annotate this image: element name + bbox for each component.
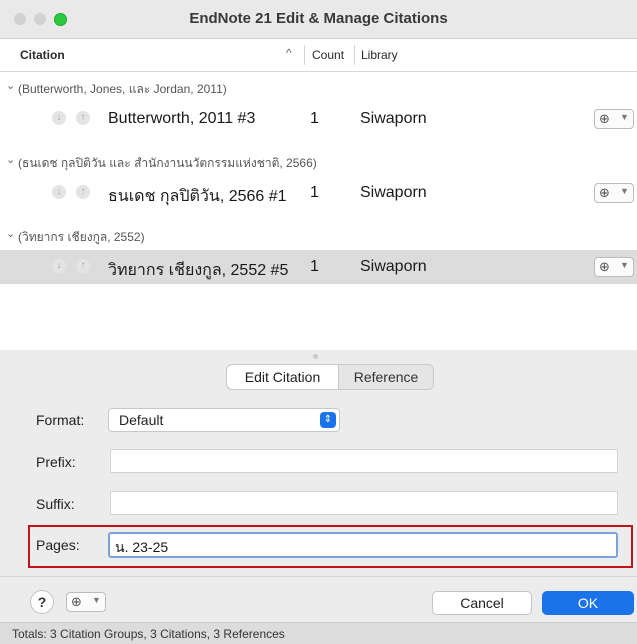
chevron-down-icon: ▼: [92, 595, 101, 605]
chevron-down-icon: ▼: [620, 260, 629, 270]
pages-value: น. 23-25: [115, 539, 169, 555]
suffix-label: Suffix:: [36, 496, 75, 512]
column-divider: [304, 45, 305, 65]
suffix-input[interactable]: [110, 491, 618, 515]
format-value: Default: [119, 412, 164, 428]
citation-library: Siwaporn: [360, 184, 427, 201]
citation-group-header[interactable]: ⌄ (ธนเดช กุลปิติวัน และ สำนักงานนวัตกรรม…: [0, 148, 637, 174]
sort-ascending-icon[interactable]: ^: [286, 46, 292, 60]
column-citation[interactable]: Citation: [20, 48, 65, 62]
group-label: (ธนเดช กุลปิติวัน และ สำนักงานนวัตกรรมแห…: [18, 156, 317, 170]
group-label: (วิทยากร เชียงกูล, 2552): [18, 230, 145, 244]
format-label: Format:: [36, 412, 85, 428]
column-library[interactable]: Library: [361, 48, 398, 62]
chevron-down-icon: ▼: [620, 112, 629, 122]
status-bar: Totals: 3 Citation Groups, 3 Citations, …: [0, 622, 637, 644]
citation-library: Siwaporn: [360, 110, 427, 127]
cancel-button[interactable]: Cancel: [432, 591, 532, 615]
row-options-menu[interactable]: ⊕ ▼: [594, 109, 634, 129]
ellipsis-menu-icon: ⊕: [599, 259, 610, 274]
row-options-menu[interactable]: ⊕ ▼: [594, 183, 634, 203]
title-bar: EndNote 21 Edit & Manage Citations: [0, 0, 637, 39]
citation-text: ธนเดช กุลปิติวัน, 2566 #1: [108, 188, 287, 205]
citation-row[interactable]: ↓ ↑ ธนเดช กุลปิติวัน, 2566 #1 1 Siwaporn…: [0, 176, 637, 210]
group-label: (Butterworth, Jones, และ Jordan, 2011): [18, 82, 227, 96]
divider: [0, 576, 637, 577]
arrow-down-icon[interactable]: ↓: [52, 111, 66, 125]
tab-edit-citation[interactable]: Edit Citation: [227, 365, 339, 389]
citation-count: 1: [310, 110, 319, 127]
citation-list: ⌄ (Butterworth, Jones, และ Jordan, 2011)…: [0, 72, 637, 350]
splitter-handle[interactable]: [313, 354, 318, 359]
arrow-up-icon[interactable]: ↑: [76, 111, 90, 125]
citation-group-header[interactable]: ⌄ (วิทยากร เชียงกูล, 2552): [0, 222, 637, 248]
select-stepper-icon: ⇕: [320, 412, 336, 428]
prefix-label: Prefix:: [36, 454, 76, 470]
tab-reference[interactable]: Reference: [339, 365, 433, 389]
endnote-citation-window: EndNote 21 Edit & Manage Citations Citat…: [0, 0, 637, 644]
format-select[interactable]: Default ⇕: [108, 408, 340, 432]
chevron-down-icon[interactable]: ⌄: [6, 79, 15, 92]
citation-group-header[interactable]: ⌄ (Butterworth, Jones, และ Jordan, 2011): [0, 74, 637, 100]
citation-row[interactable]: ↓ ↑ Butterworth, 2011 #3 1 Siwaporn ⊕ ▼: [0, 102, 637, 136]
ok-button[interactable]: OK: [542, 591, 634, 615]
help-button[interactable]: ?: [30, 590, 54, 614]
prefix-input[interactable]: [110, 449, 618, 473]
status-text: Totals: 3 Citation Groups, 3 Citations, …: [12, 627, 285, 641]
chevron-down-icon[interactable]: ⌄: [6, 153, 15, 166]
ellipsis-menu-icon: ⊕: [599, 111, 610, 126]
row-options-menu[interactable]: ⊕ ▼: [594, 257, 634, 277]
citation-row-selected[interactable]: ↓ ↑ วิทยากร เชียงกูล, 2552 #5 1 Siwaporn…: [0, 250, 637, 284]
chevron-down-icon[interactable]: ⌄: [6, 227, 15, 240]
column-header: Citation ^ Count Library: [0, 39, 637, 72]
window-title: EndNote 21 Edit & Manage Citations: [189, 10, 448, 27]
arrow-down-icon[interactable]: ↓: [52, 185, 66, 199]
arrow-up-icon[interactable]: ↑: [76, 259, 90, 273]
citation-count: 1: [310, 258, 319, 275]
pages-label: Pages:: [36, 537, 80, 553]
column-count[interactable]: Count: [312, 48, 344, 62]
arrow-down-icon[interactable]: ↓: [52, 259, 66, 273]
panel-tabs: Edit Citation Reference: [226, 364, 434, 390]
edit-panel: Edit Citation Reference Format: Default …: [0, 350, 637, 644]
options-menu-button[interactable]: ⊕ ▼: [66, 592, 106, 612]
ellipsis-menu-icon: ⊕: [599, 185, 610, 200]
citation-count: 1: [310, 184, 319, 201]
citation-library: Siwaporn: [360, 258, 427, 275]
citation-text: วิทยากร เชียงกูล, 2552 #5: [108, 262, 289, 279]
citation-text: Butterworth, 2011 #3: [108, 110, 256, 127]
ellipsis-menu-icon: ⊕: [71, 594, 82, 609]
arrow-up-icon[interactable]: ↑: [76, 185, 90, 199]
pages-input[interactable]: น. 23-25: [108, 532, 618, 558]
chevron-down-icon: ▼: [620, 186, 629, 196]
column-divider: [354, 45, 355, 65]
